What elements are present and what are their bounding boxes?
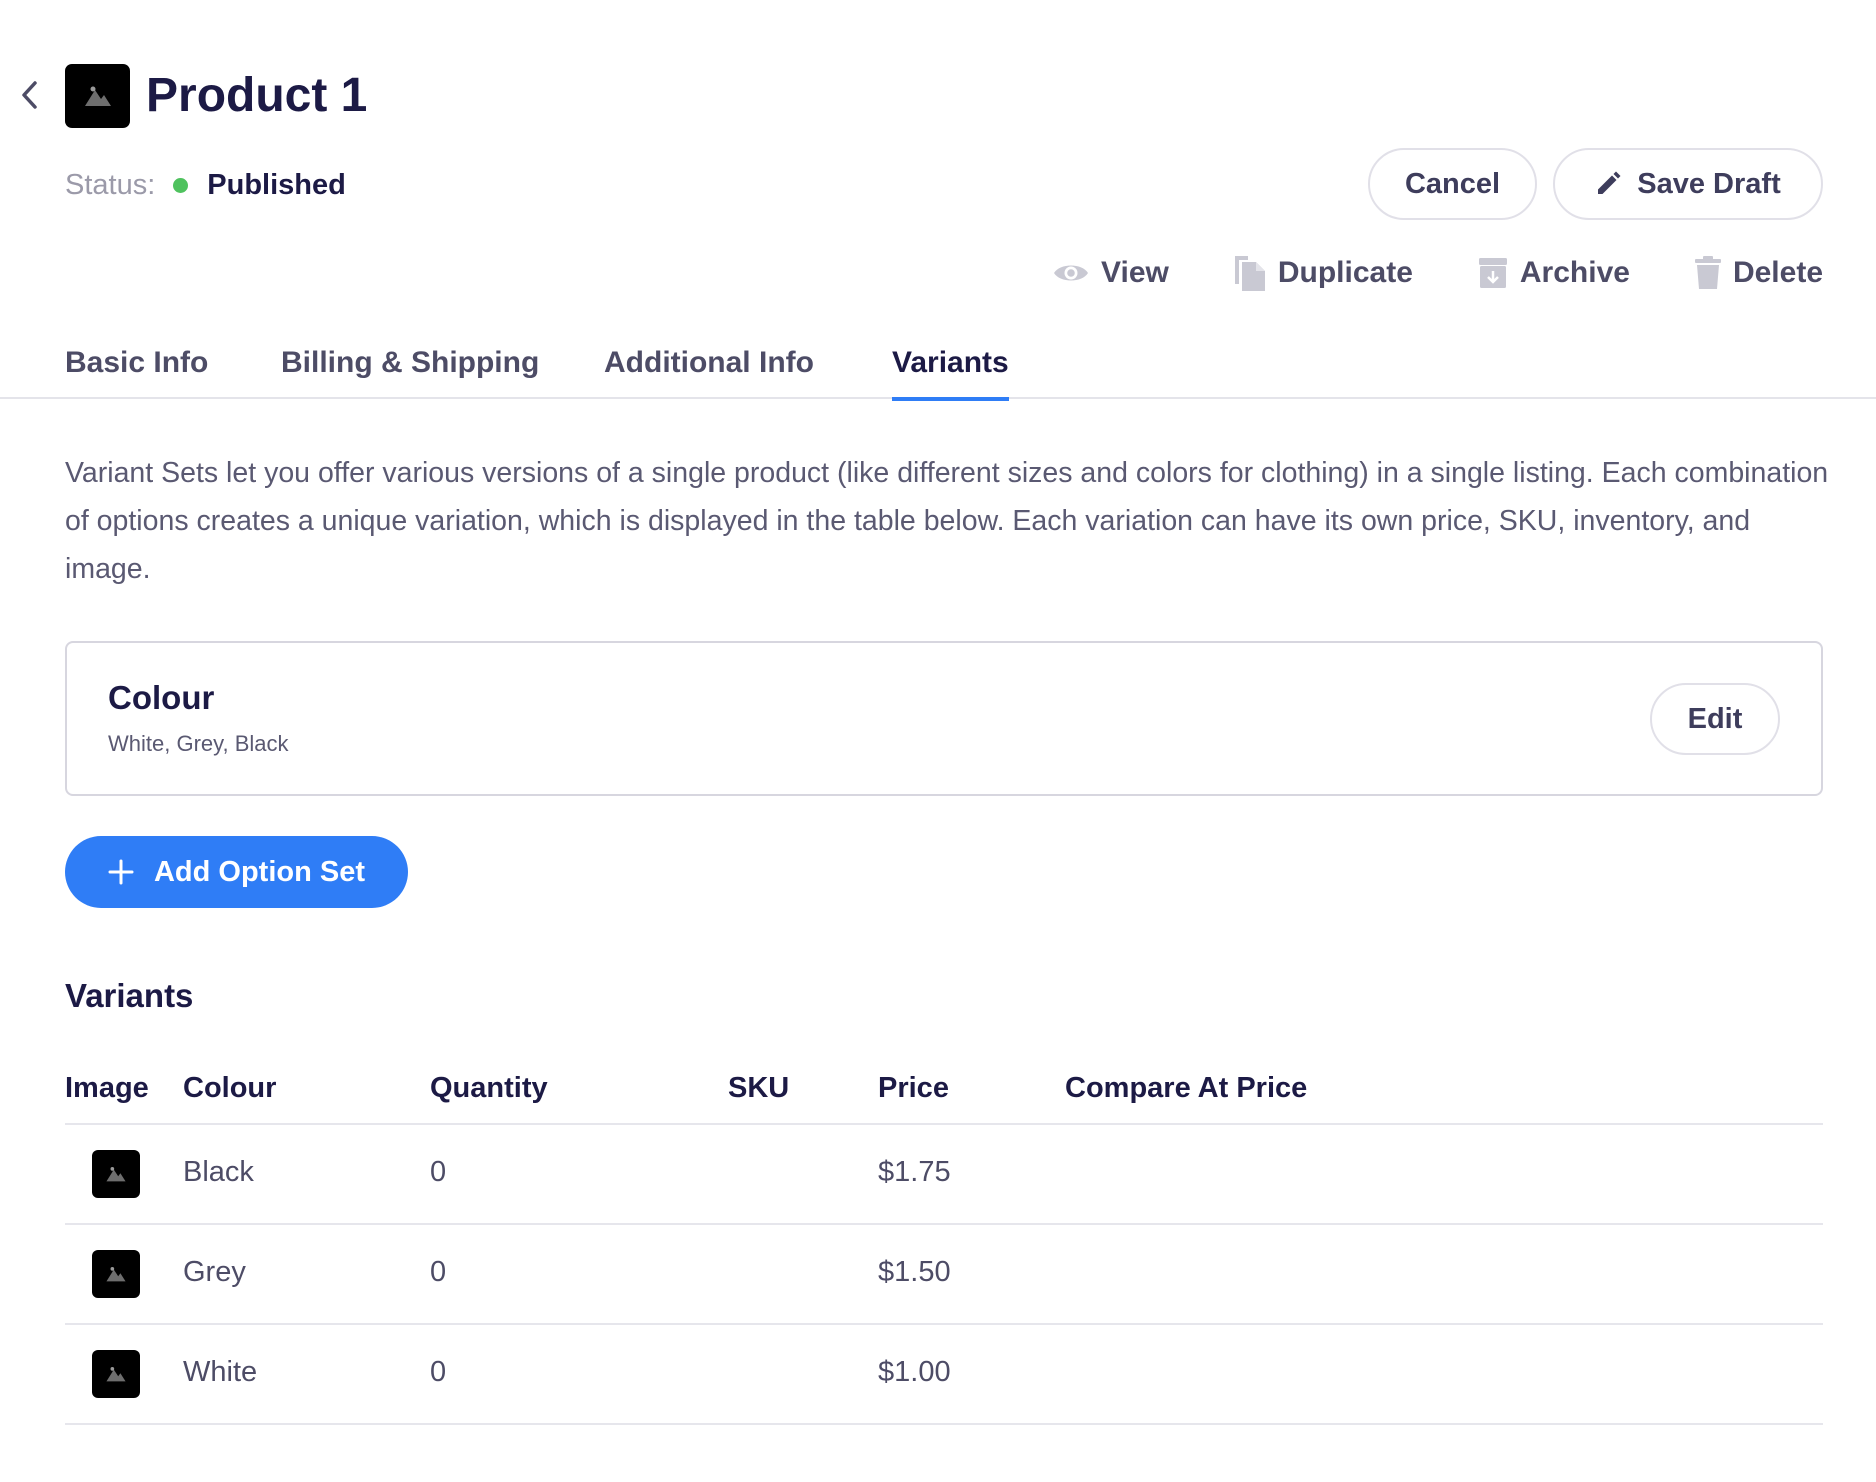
- view-label: View: [1101, 256, 1169, 289]
- variant-image-thumbnail[interactable]: [92, 1250, 140, 1298]
- variants-description: Variant Sets let you offer various versi…: [65, 457, 1829, 585]
- product-image-thumbnail: [65, 64, 130, 128]
- archive-action[interactable]: Archive: [1478, 256, 1630, 290]
- variants-table: Image Colour Quantity SKU Price Compare …: [65, 1060, 1823, 1425]
- variants-heading: Variants: [65, 977, 194, 1014]
- variant-price: $1.00: [878, 1356, 951, 1388]
- save-draft-button[interactable]: Save Draft: [1553, 148, 1823, 220]
- status-indicator-dot: [173, 177, 189, 193]
- duplicate-action[interactable]: Duplicate: [1234, 254, 1413, 292]
- variant-image-thumbnail[interactable]: [92, 1350, 140, 1398]
- status-label: Status:: [65, 168, 156, 201]
- variant-colour: White: [183, 1356, 258, 1388]
- column-header-quantity: Quantity: [430, 1072, 548, 1104]
- variant-colour: Grey: [183, 1256, 246, 1288]
- status-row: Status: Published: [65, 165, 346, 205]
- trash-icon: [1694, 256, 1721, 290]
- image-placeholder-icon: [106, 1267, 126, 1282]
- duplicate-label: Duplicate: [1277, 256, 1413, 289]
- status-value: Published: [207, 168, 346, 201]
- add-option-set-button[interactable]: Add Option Set: [65, 836, 408, 908]
- page-title: Product 1: [146, 69, 368, 122]
- delete-action[interactable]: Delete: [1694, 256, 1823, 290]
- image-placeholder-icon: [84, 86, 111, 106]
- copy-icon: [1234, 254, 1266, 292]
- column-header-colour: Colour: [183, 1072, 277, 1104]
- delete-label: Delete: [1732, 256, 1823, 289]
- column-header-sku: SKU: [728, 1072, 790, 1104]
- product-editor-page: Product 1 Status: Published Cancel Save …: [0, 0, 1876, 1482]
- tab-billing-shipping[interactable]: Billing & Shipping: [281, 346, 539, 399]
- variant-quantity: 0: [430, 1356, 447, 1388]
- variant-colour: Black: [183, 1156, 254, 1188]
- option-set-name: Colour: [108, 679, 215, 716]
- column-header-compare-at-price: Compare At Price: [1065, 1072, 1308, 1104]
- tab-additional-info[interactable]: Additional Info: [604, 346, 814, 399]
- variant-price: $1.75: [878, 1156, 951, 1188]
- edit-option-set-button[interactable]: Edit: [1650, 683, 1780, 755]
- pencil-icon: [1595, 171, 1621, 197]
- chevron-left-icon: [22, 81, 37, 109]
- tab-bar: Basic Info Billing & Shipping Additional…: [0, 346, 1876, 401]
- tab-variants[interactable]: Variants: [892, 346, 1009, 401]
- image-placeholder-icon: [106, 1167, 126, 1182]
- variant-image-thumbnail[interactable]: [92, 1150, 140, 1198]
- column-header-price: Price: [878, 1072, 949, 1104]
- save-draft-label: Save Draft: [1637, 167, 1781, 200]
- view-action[interactable]: View: [1053, 256, 1169, 290]
- variant-quantity: 0: [430, 1256, 447, 1288]
- back-button[interactable]: [14, 78, 46, 112]
- table-row[interactable]: Grey 0 $1.50: [65, 1225, 1823, 1325]
- tab-basic-info[interactable]: Basic Info: [65, 346, 208, 399]
- table-header-row: Image Colour Quantity SKU Price Compare …: [65, 1060, 1823, 1125]
- archive-icon: [1478, 257, 1508, 289]
- image-placeholder-icon: [106, 1367, 126, 1382]
- add-option-set-label: Add Option Set: [153, 855, 366, 888]
- archive-label: Archive: [1519, 256, 1630, 289]
- table-row[interactable]: White 0 $1.00: [65, 1325, 1823, 1425]
- table-row[interactable]: Black 0 $1.75: [65, 1125, 1823, 1225]
- cancel-button[interactable]: Cancel: [1368, 148, 1537, 220]
- eye-icon: [1053, 261, 1089, 285]
- option-set-card: Colour White, Grey, Black Edit: [65, 641, 1823, 796]
- variant-quantity: 0: [430, 1156, 447, 1188]
- action-toolbar: View Duplicate Archive Delete: [1053, 250, 1823, 296]
- column-header-image: Image: [65, 1072, 149, 1104]
- option-set-values: White, Grey, Black: [108, 731, 289, 756]
- variant-price: $1.50: [878, 1256, 951, 1288]
- plus-icon: [108, 859, 134, 885]
